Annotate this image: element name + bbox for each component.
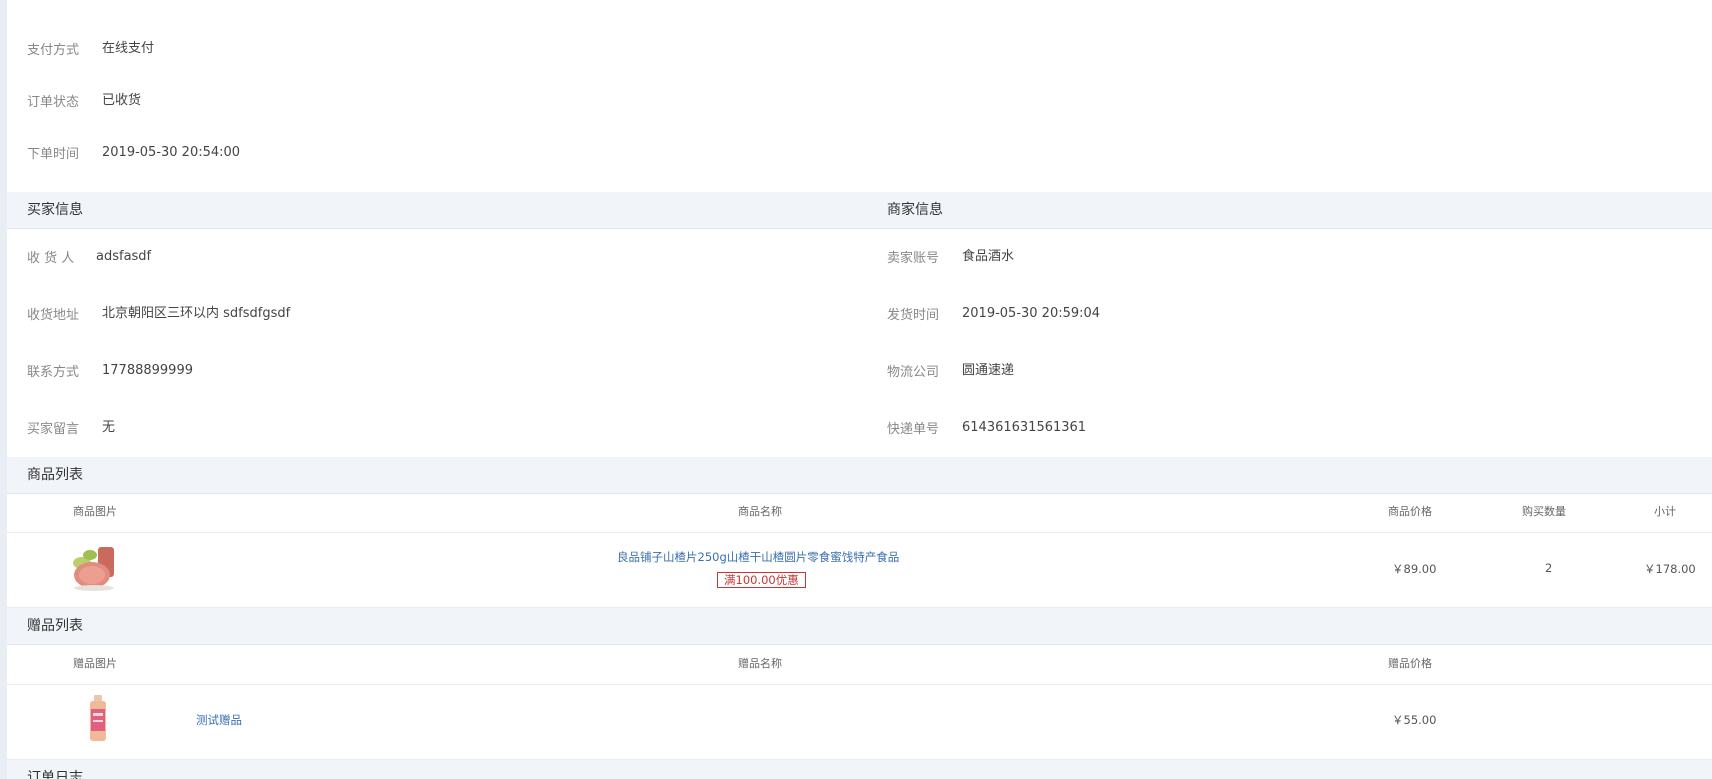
buyer-message-row: 买家留言 无 bbox=[27, 418, 115, 438]
tracking-value: 614361631561361 bbox=[962, 420, 1087, 435]
product-table-header: 商品图片 商品名称 商品价格 购买数量 小计 bbox=[7, 493, 1712, 533]
product-subtotal: ￥178.00 bbox=[1644, 562, 1696, 576]
gift-list-title: 赠品列表 bbox=[27, 618, 83, 634]
seller-account-value: 食品酒水 bbox=[962, 249, 1015, 264]
product-list-section-header: 商品列表 bbox=[7, 457, 1712, 494]
address-label: 收货地址 bbox=[27, 308, 80, 323]
product-name-link[interactable]: 良品铺子山楂片250g山楂干山楂圆片零食蜜饯特产食品 bbox=[617, 549, 899, 565]
payment-method-value: 在线支付 bbox=[102, 41, 155, 56]
seller-section-title: 商家信息 bbox=[887, 202, 943, 218]
logistics-label: 物流公司 bbox=[887, 365, 940, 380]
product-header-name: 商品名称 bbox=[738, 505, 782, 518]
gift-thumbnail[interactable] bbox=[87, 695, 109, 743]
gift-table-header: 赠品图片 赠品名称 赠品价格 bbox=[7, 645, 1712, 685]
order-time-label: 下单时间 bbox=[27, 147, 80, 162]
product-header-subtotal: 小计 bbox=[1654, 505, 1676, 518]
receiver-value: adsfasdf bbox=[96, 249, 152, 264]
product-quantity: 2 bbox=[1545, 561, 1553, 575]
tracking-label: 快递单号 bbox=[887, 422, 940, 437]
table-row: 测试赠品 ￥55.00 bbox=[7, 685, 1712, 760]
gift-header-name: 赠品名称 bbox=[738, 657, 782, 670]
logistics-value: 圆通速递 bbox=[962, 363, 1015, 378]
tracking-row: 快递单号 614361631561361 bbox=[887, 418, 1086, 438]
product-header-price: 商品价格 bbox=[1388, 505, 1432, 518]
payment-method-row: 支付方式 在线支付 bbox=[27, 39, 154, 59]
order-status-value: 已收货 bbox=[102, 93, 142, 108]
product-header-quantity: 购买数量 bbox=[1522, 505, 1566, 518]
buyer-section-title: 买家信息 bbox=[27, 202, 83, 218]
contact-row: 联系方式 17788899999 bbox=[27, 361, 193, 381]
ship-time-value: 2019-05-30 20:59:04 bbox=[962, 306, 1101, 321]
product-price: ￥89.00 bbox=[1392, 562, 1437, 576]
contact-label: 联系方式 bbox=[27, 365, 80, 380]
promo-badge: 满100.00优惠 bbox=[717, 572, 806, 588]
order-log-section-header: 订单日志 bbox=[7, 760, 1712, 779]
gift-list-section-header: 赠品列表 bbox=[7, 608, 1712, 645]
ship-time-row: 发货时间 2019-05-30 20:59:04 bbox=[887, 304, 1100, 324]
product-thumbnail[interactable] bbox=[68, 541, 120, 593]
gift-header-price: 赠品价格 bbox=[1388, 657, 1432, 670]
order-log-title: 订单日志 bbox=[27, 770, 83, 779]
order-time-row: 下单时间 2019-05-30 20:54:00 bbox=[27, 143, 240, 163]
buyer-message-label: 买家留言 bbox=[27, 422, 80, 437]
gift-header-image: 赠品图片 bbox=[73, 657, 117, 670]
product-header-image: 商品图片 bbox=[73, 505, 117, 518]
order-status-row: 订单状态 已收货 bbox=[27, 91, 141, 111]
order-time-value: 2019-05-30 20:54:00 bbox=[102, 145, 241, 160]
seller-account-label: 卖家账号 bbox=[887, 251, 940, 266]
buyer-message-value: 无 bbox=[102, 420, 116, 435]
receiver-label: 收 货 人 bbox=[27, 251, 75, 266]
gift-price: ￥55.00 bbox=[1392, 713, 1437, 727]
ship-time-label: 发货时间 bbox=[887, 308, 940, 323]
address-row: 收货地址 北京朝阳区三环以内 sdfsdfgsdf bbox=[27, 304, 290, 324]
address-value: 北京朝阳区三环以内 sdfsdfgsdf bbox=[102, 306, 291, 321]
contact-value: 17788899999 bbox=[102, 363, 193, 378]
logistics-row: 物流公司 圆通速递 bbox=[887, 361, 1014, 381]
table-row: 良品铺子山楂片250g山楂干山楂圆片零食蜜饯特产食品 满100.00优惠 ￥89… bbox=[7, 533, 1712, 608]
payment-method-label: 支付方式 bbox=[27, 43, 80, 58]
buyer-seller-section-header: 买家信息 商家信息 bbox=[7, 192, 1712, 229]
gift-name-link[interactable]: 测试赠品 bbox=[196, 712, 242, 728]
order-status-label: 订单状态 bbox=[27, 95, 80, 110]
receiver-row: 收 货 人 adsfasdf bbox=[27, 247, 151, 267]
order-detail-panel: 支付方式 在线支付 订单状态 已收货 下单时间 2019-05-30 20:54… bbox=[7, 0, 1712, 779]
seller-account-row: 卖家账号 食品酒水 bbox=[887, 247, 1014, 267]
product-list-title: 商品列表 bbox=[27, 467, 83, 483]
